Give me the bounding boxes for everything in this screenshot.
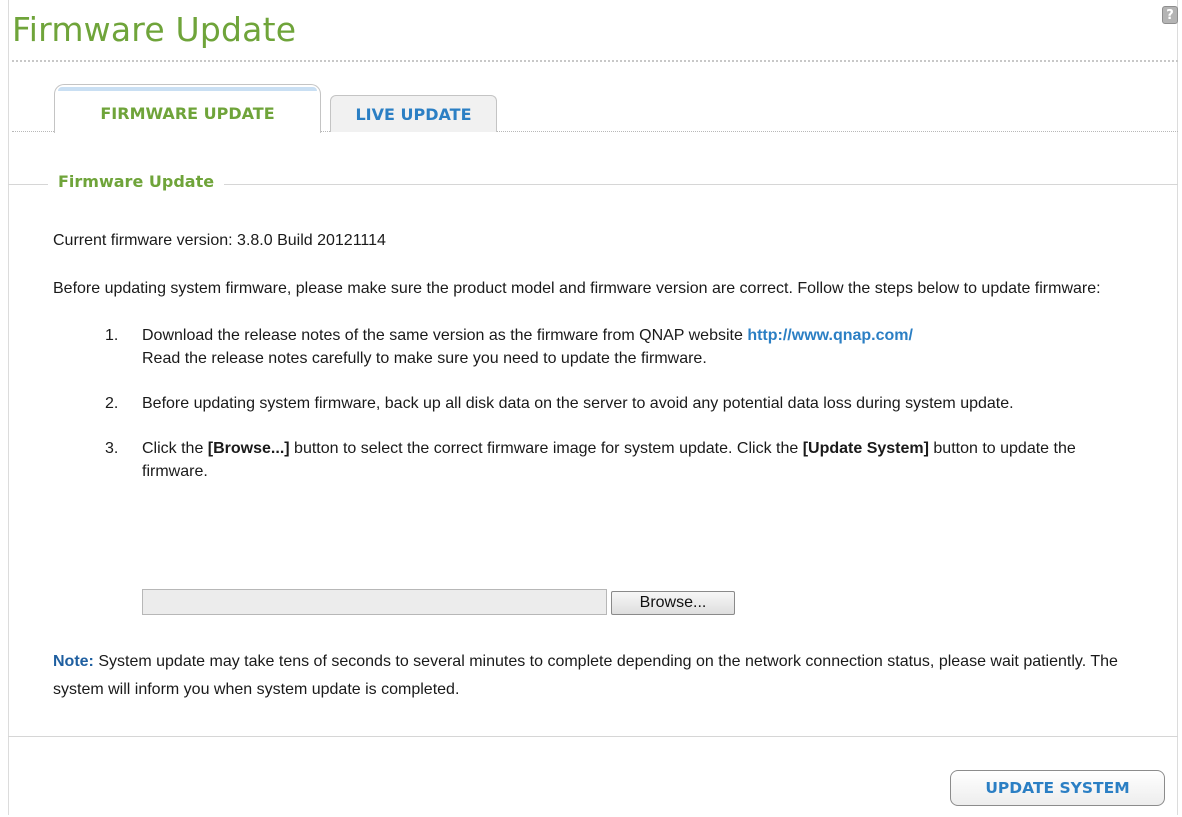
step-text: Click the [142, 440, 208, 457]
step-text: Download the release notes of the same v… [142, 327, 748, 344]
update-system-button[interactable]: UPDATE SYSTEM [950, 770, 1165, 806]
step-number: 1. [105, 327, 119, 344]
note-label: Note: [53, 653, 94, 670]
step-item: 1. Download the release notes of the sam… [53, 324, 1143, 370]
firmware-file-path-input[interactable] [142, 589, 607, 615]
note-body: System update may take tens of seconds t… [53, 653, 1118, 698]
step-text: Before updating system firmware, back up… [142, 395, 1014, 412]
step-bold-text: [Update System] [802, 440, 929, 457]
step-number: 3. [105, 440, 119, 457]
title-divider [12, 60, 1178, 62]
tab-firmware-update[interactable]: FIRMWARE UPDATE [54, 84, 321, 133]
step-bold-text: [Browse...] [207, 440, 290, 457]
tab-live-update[interactable]: LIVE UPDATE [330, 95, 497, 132]
current-firmware-version: Current firmware version: 3.8.0 Build 20… [53, 232, 386, 249]
update-steps-list: 1. Download the release notes of the sam… [53, 324, 1143, 483]
step-number: 2. [105, 395, 119, 412]
step-item: 2. Before updating system firmware, back… [53, 392, 1143, 415]
fieldset-legend: Firmware Update [48, 172, 225, 191]
firmware-update-content: Current firmware version: 3.8.0 Build 20… [53, 228, 1143, 505]
note-text: Note: System update may take tens of sec… [53, 648, 1143, 704]
qnap-website-link[interactable]: http://www.qnap.com/ [747, 327, 913, 344]
intro-text: Before updating system firmware, please … [53, 280, 1101, 297]
browse-button[interactable]: Browse... [611, 591, 735, 615]
step-item: 3. Click the [Browse...] button to selec… [53, 437, 1143, 483]
step-text: Read the release notes carefully to make… [142, 350, 707, 367]
step-text: button to select the correct firmware im… [289, 440, 803, 457]
page-title: Firmware Update [12, 10, 297, 49]
help-icon[interactable]: ? [1162, 6, 1178, 24]
